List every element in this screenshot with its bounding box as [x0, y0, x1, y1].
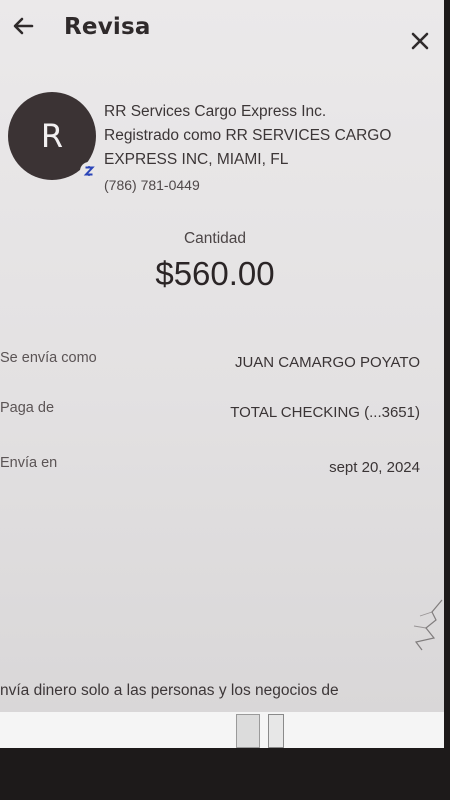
merchant-registered-line1: Registrado como RR SERVICES CARGO	[104, 127, 392, 144]
screen-crack	[413, 599, 443, 651]
review-screen: Revisa R RR Services Cargo Express Inc. …	[0, 0, 444, 712]
merchant-registered-line2: EXPRESS INC, MIAMI, FL	[104, 151, 289, 168]
page-title: Revisa	[64, 14, 151, 40]
disclaimer-text: nvía dinero solo a las personas y los ne…	[0, 682, 339, 699]
thumbnail	[268, 714, 284, 748]
detail-value: TOTAL CHECKING (...3651)	[230, 404, 420, 421]
detail-value: JUAN CAMARGO POYATO	[234, 354, 420, 371]
merchant-phone: (786) 781-0449	[104, 177, 200, 193]
bottom-strip	[0, 712, 444, 748]
detail-row-send-on: Envía en sept 20, 2024	[0, 455, 444, 485]
detail-label: Envía en	[0, 455, 58, 471]
detail-label: Paga de	[0, 400, 55, 416]
merchant-name: RR Services Cargo Express Inc.	[104, 103, 327, 120]
thumbnail	[236, 714, 260, 748]
detail-row-pay-from: Paga de TOTAL CHECKING (...3651)	[0, 400, 444, 430]
detail-value: sept 20, 2024	[329, 459, 420, 476]
zelle-icon	[80, 162, 98, 180]
amount-value: $560.00	[155, 255, 275, 292]
merchant-info: RR Services Cargo Express Inc. Registrad…	[104, 100, 434, 197]
avatar-letter: R	[40, 117, 64, 155]
close-icon[interactable]	[408, 29, 432, 53]
detail-row-send-as: Se envía como JUAN CAMARGO POYATO	[0, 350, 444, 380]
detail-label: Se envía como	[0, 350, 97, 366]
amount-label: Cantidad	[183, 230, 247, 247]
top-bar: Revisa	[0, 0, 444, 60]
back-arrow-icon[interactable]	[10, 12, 38, 40]
